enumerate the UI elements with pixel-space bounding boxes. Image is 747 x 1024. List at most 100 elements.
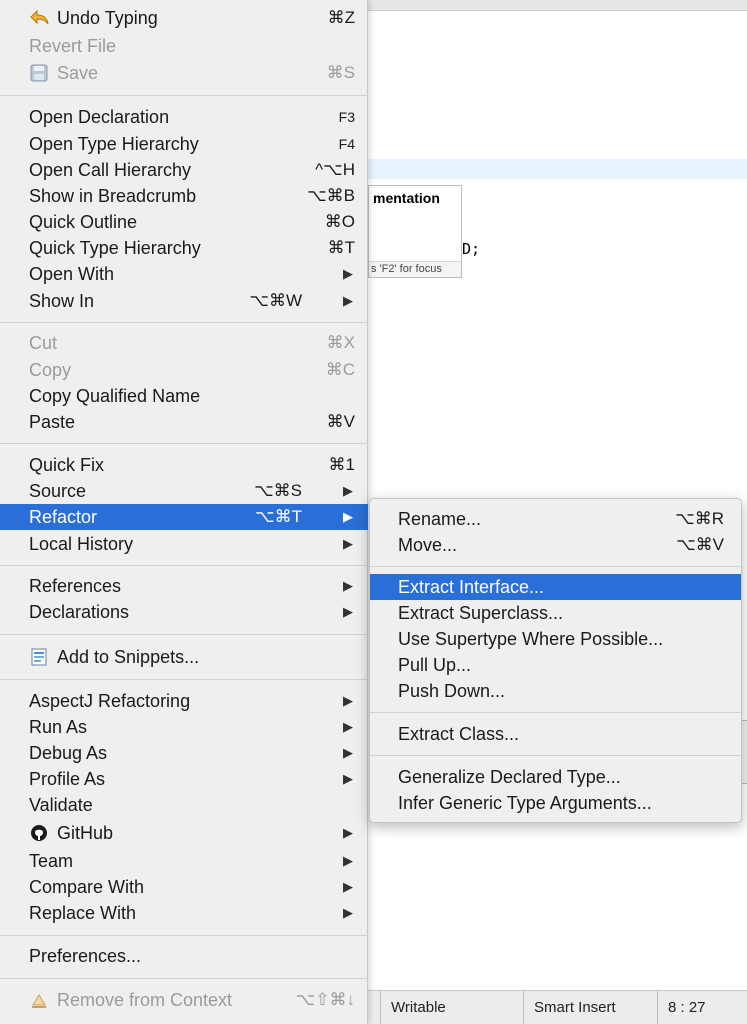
menu-item-revert-file[interactable]: Revert File [0,33,368,59]
menu-item-copy-qualified-name[interactable]: Copy Qualified Name [0,383,368,409]
menu-item-run-as[interactable]: Run As ▶ [0,714,368,740]
menu-item-declarations[interactable]: Declarations ▶ [0,599,368,625]
menu-item-replace-with[interactable]: Replace With ▶ [0,900,368,926]
submenu-arrow-icon: ▶ [343,578,353,593]
menu-separator [370,755,741,756]
menu-item-aspectj-refactoring[interactable]: AspectJ Refactoring ▶ [0,688,368,714]
menu-item-shortcut: F3 [338,109,355,125]
menu-item-label: Pull Up... [398,655,472,675]
snippets-icon [29,648,49,666]
submenu-arrow-icon: ▶ [343,905,353,920]
menu-item-undo-typing[interactable]: Undo Typing ⌘Z [0,5,368,31]
menu-item-copy[interactable]: Copy ⌘C [0,357,368,383]
menu-item-shortcut: ⌘C [325,360,355,379]
menu-item-label: Paste [29,412,76,432]
status-bar: Writable Smart Insert 8 : 27 [368,990,747,1024]
menu-item-references[interactable]: References ▶ [0,573,368,599]
menu-item-shortcut: ⌥⌘W [249,291,302,310]
menu-item-local-history[interactable]: Local History ▶ [0,531,368,557]
remove-context-icon [29,991,49,1009]
menu-item-shortcut: ⌥⌘T [255,507,302,526]
menu-item-shortcut: F4 [338,136,355,152]
menu-item-shortcut: ⌘V [326,412,355,431]
menu-separator [0,978,368,979]
menu-item-label: References [29,576,122,596]
status-writable: Writable [380,991,523,1024]
menu-item-open-call-hierarchy[interactable]: Open Call Hierarchy ^⌥H [0,157,368,183]
menu-item-validate[interactable]: Validate [0,792,368,818]
submenu-item-push-down[interactable]: Push Down... [370,678,741,704]
submenu-arrow-icon: ▶ [343,771,353,786]
menu-item-label: Move... [398,535,458,555]
menu-item-refactor[interactable]: Refactor ⌥⌘T ▶ [0,504,368,530]
menu-separator [0,322,368,323]
submenu-arrow-icon: ▶ [343,483,353,498]
menu-item-quick-fix[interactable]: Quick Fix ⌘1 [0,452,368,478]
menu-item-label: Undo Typing [57,8,158,28]
menu-item-debug-as[interactable]: Debug As ▶ [0,740,368,766]
menu-item-open-type-hierarchy[interactable]: Open Type Hierarchy F4 [0,131,368,157]
menu-item-quick-type-hierarchy[interactable]: Quick Type Hierarchy ⌘T [0,235,368,261]
menu-item-label: Quick Fix [29,455,105,475]
menu-item-remove-from-context[interactable]: Remove from Context ⌥⇧⌘↓ [0,987,368,1013]
submenu-arrow-icon: ▶ [343,719,353,734]
submenu-item-extract-interface[interactable]: Extract Interface... [370,574,741,600]
submenu-item-move[interactable]: Move... ⌥⌘V [370,532,741,558]
menu-separator [0,95,368,96]
menu-item-profile-as[interactable]: Profile As ▶ [0,766,368,792]
submenu-arrow-icon: ▶ [343,509,353,524]
submenu-arrow-icon: ▶ [343,879,353,894]
menu-item-shortcut: ⌘1 [328,455,355,474]
menu-item-label: Extract Superclass... [398,603,564,623]
menu-item-save[interactable]: Save ⌘S [0,60,368,86]
menu-item-label: Push Down... [398,681,506,701]
submenu-item-use-supertype[interactable]: Use Supertype Where Possible... [370,626,741,652]
submenu-item-generalize-declared-type[interactable]: Generalize Declared Type... [370,764,741,790]
menu-item-label: Use Supertype Where Possible... [398,629,664,649]
menu-item-label: Remove from Context [57,990,233,1010]
menu-item-quick-outline[interactable]: Quick Outline ⌘O [0,209,368,235]
menu-separator [0,443,368,444]
menu-item-shortcut: ⌥⌘R [675,509,724,528]
submenu-item-extract-class[interactable]: Extract Class... [370,721,741,747]
menu-item-shortcut: ⌘T [327,238,355,257]
menu-item-paste[interactable]: Paste ⌘V [0,409,368,435]
menu-item-label: Open Type Hierarchy [29,134,199,154]
submenu-item-pull-up[interactable]: Pull Up... [370,652,741,678]
menu-item-label: Open Declaration [29,107,170,127]
menu-item-source[interactable]: Source ⌥⌘S ▶ [0,478,368,504]
menu-item-github[interactable]: GitHub ▶ [0,820,368,846]
menu-item-preferences[interactable]: Preferences... [0,943,368,969]
menu-item-label: Profile As [29,769,106,789]
submenu-item-extract-superclass[interactable]: Extract Superclass... [370,600,741,626]
menu-item-label: Save [57,63,99,83]
menu-item-label: Add to Snippets... [57,647,200,667]
menu-item-open-declaration[interactable]: Open Declaration F3 [0,104,368,130]
menu-item-shortcut: ⌥⌘S [254,481,302,500]
submenu-item-infer-generic-type-arguments[interactable]: Infer Generic Type Arguments... [370,790,741,816]
menu-item-compare-with[interactable]: Compare With ▶ [0,874,368,900]
hover-title: mentation [373,190,440,206]
menu-separator [0,935,368,936]
submenu-item-rename[interactable]: Rename... ⌥⌘R [370,506,741,532]
status-cursor-position: 8 : 27 [657,991,747,1024]
menu-item-team[interactable]: Team ▶ [0,848,368,874]
menu-item-label: Rename... [398,509,482,529]
menu-item-show-in[interactable]: Show In ⌥⌘W ▶ [0,288,368,314]
menu-item-label: AspectJ Refactoring [29,691,191,711]
menu-item-label: Team [29,851,74,871]
menu-item-open-with[interactable]: Open With ▶ [0,261,368,287]
menu-item-label: Extract Class... [398,724,520,744]
undo-arrow-icon [29,9,49,27]
menu-item-label: Refactor [29,507,98,527]
menu-item-label: Cut [29,333,58,353]
menu-item-label: Quick Type Hierarchy [29,238,201,258]
menu-separator [370,566,741,567]
menu-item-add-to-snippets[interactable]: Add to Snippets... [0,644,368,670]
submenu-arrow-icon: ▶ [343,825,353,840]
submenu-arrow-icon: ▶ [343,745,353,760]
menu-separator [0,634,368,635]
menu-item-cut[interactable]: Cut ⌘X [0,330,368,356]
menu-item-show-in-breadcrumb[interactable]: Show in Breadcrumb ⌥⌘B [0,183,368,209]
menu-item-shortcut: ⌘S [326,63,355,82]
